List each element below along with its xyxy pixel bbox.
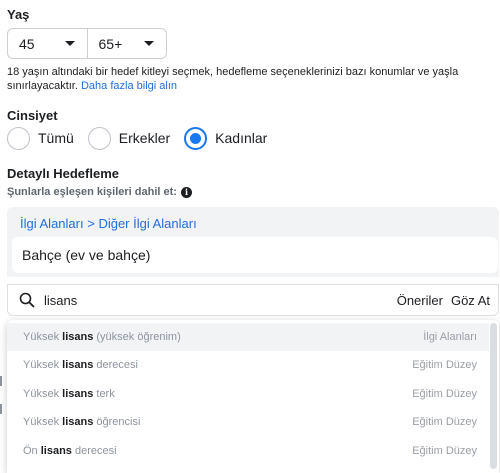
- gender-label: Cinsiyet: [7, 108, 58, 123]
- search-input[interactable]: lisans: [44, 293, 397, 308]
- dropdown-item[interactable]: Yüksek lisans derecesi Eğitim Düzey: [7, 351, 489, 379]
- radio-circle[interactable]: [7, 126, 30, 150]
- dropdown-item-category: Eğitim Düzey: [412, 388, 477, 400]
- dropdown-item[interactable]: Yüksek lisans terk Eğitim Düzey: [7, 380, 489, 408]
- search-icon: [19, 292, 35, 308]
- dropdown-item-category: İlgi Alanları: [423, 331, 477, 343]
- breadcrumb-interests[interactable]: İlgi Alanları: [20, 216, 84, 231]
- detailed-targeting-label: Detaylı Hedefleme: [7, 166, 119, 181]
- selected-interest-label: Bahçe (ev ve bahçe): [22, 247, 151, 263]
- suggestions-link[interactable]: Öneriler: [397, 293, 443, 308]
- browse-link[interactable]: Göz At: [451, 293, 490, 308]
- dropdown-scrollbar[interactable]: [490, 323, 497, 469]
- dropdown-item-label: Ön lisans derecesi: [23, 445, 117, 457]
- breadcrumb: İlgi Alanları > Diğer İlgi Alanları: [20, 216, 197, 231]
- background-edge: [0, 404, 4, 414]
- info-icon[interactable]: i: [180, 186, 192, 198]
- dropdown-item-category: Eğitim Düzey: [412, 445, 477, 457]
- age-note-text: 18 yaşın altındaki bir hedef kitleyi seç…: [7, 66, 459, 92]
- age-max-select[interactable]: 65+: [86, 29, 167, 58]
- radio-circle-selected[interactable]: [184, 126, 208, 150]
- age-min-select[interactable]: 45: [8, 29, 87, 58]
- gender-option-women[interactable]: Kadınlar: [184, 126, 268, 150]
- chevron-down-icon: [144, 41, 154, 46]
- selected-interest-chip[interactable]: Bahçe (ev ve bahçe): [12, 237, 498, 273]
- selected-targeting-box: İlgi Alanları > Diğer İlgi Alanları Bahç…: [7, 207, 499, 277]
- dropdown-item-label: Yüksek lisans öğrencisi: [23, 416, 141, 428]
- search-results-dropdown: Yüksek lisans (yüksek öğrenim) İlgi Alan…: [7, 320, 499, 473]
- age-max-value: 65+: [98, 35, 123, 52]
- dropdown-item-label: Yüksek lisans derecesi: [23, 359, 138, 371]
- dropdown-item-category: Eğitim Düzey: [412, 359, 477, 371]
- dropdown-item-label: Yüksek lisans (yüksek öğrenim): [23, 331, 181, 343]
- gender-option-label: Kadınlar: [215, 130, 268, 146]
- dropdown-item[interactable]: Yüksek lisans öğrencisi Eğitim Düzey: [7, 408, 489, 436]
- radio-dot: [190, 132, 202, 144]
- targeting-search-bar: lisans Öneriler Göz At: [7, 284, 499, 316]
- include-label: Şunlarla eşleşen kişileri dahil et:: [7, 186, 177, 198]
- gender-option-all[interactable]: Tümü: [7, 126, 74, 150]
- radio-circle[interactable]: [87, 126, 111, 150]
- learn-more-link[interactable]: Daha fazla bilgi alın: [81, 80, 177, 92]
- gender-option-men[interactable]: Erkekler: [87, 126, 171, 150]
- gender-option-label: Tümü: [38, 130, 74, 146]
- age-label: Yaş: [7, 7, 30, 22]
- breadcrumb-separator: >: [87, 216, 95, 231]
- age-range: 45 65+: [7, 28, 167, 59]
- age-note: 18 yaşın altındaki bir hedef kitleyi seç…: [7, 65, 477, 93]
- background-edge: [0, 376, 4, 386]
- gender-option-label: Erkekler: [118, 130, 171, 146]
- dropdown-item-label: Yüksek lisans terk: [23, 388, 115, 400]
- detailed-targeting-subtitle: Şunlarla eşleşen kişileri dahil et: i: [7, 186, 192, 198]
- chevron-down-icon: [64, 41, 75, 46]
- breadcrumb-other-interests[interactable]: Diğer İlgi Alanları: [98, 216, 196, 231]
- age-min-value: 45: [19, 35, 35, 52]
- dropdown-item[interactable]: Yüksek lisans (yüksek öğrenim) İlgi Alan…: [7, 323, 489, 351]
- gender-radio-group: Tümü Erkekler Kadınlar: [7, 126, 281, 150]
- dropdown-item[interactable]: Ön lisans derecesi Eğitim Düzey: [7, 437, 489, 465]
- dropdown-item-category: Eğitim Düzey: [412, 416, 477, 428]
